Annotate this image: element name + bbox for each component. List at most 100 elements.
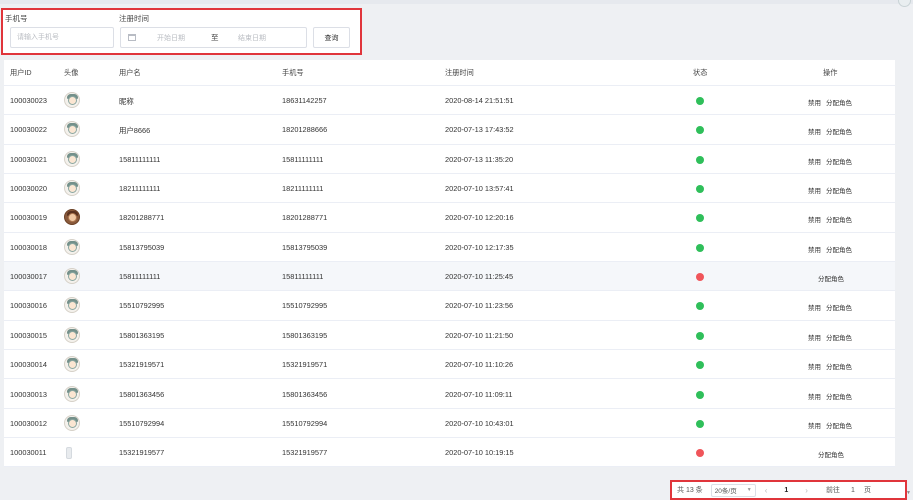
- assign-role-button[interactable]: 分配角色: [826, 214, 852, 224]
- user-id-cell: 100030023: [10, 96, 47, 105]
- user-id-cell: 100030020: [10, 184, 47, 194]
- avatar: [64, 297, 80, 314]
- username-cell: 用户8666: [119, 126, 151, 136]
- register-time-cell: 2020-07-10 10:43:01: [445, 418, 514, 428]
- disable-button[interactable]: 禁用: [808, 244, 821, 254]
- phone-cell: 15811111111: [282, 272, 324, 282]
- disable-button[interactable]: 禁用: [808, 391, 821, 401]
- table-row[interactable]: 100030022 用户8666 18201288666 2020-07-13 17:…: [4, 115, 895, 145]
- assign-role-button[interactable]: 分配角色: [826, 244, 852, 254]
- phone-cell: 15321919577: [282, 448, 328, 458]
- avatar: [64, 121, 80, 138]
- user-id-cell: 100030015: [10, 330, 47, 340]
- table-row[interactable]: 100030019 18201288771 18201288771 2020-07-1…: [4, 203, 895, 233]
- chevron-down-icon: ▼: [746, 487, 752, 493]
- header-actions: 操作: [823, 68, 838, 77]
- username-cell: 18211111111: [119, 184, 161, 194]
- username-cell: 昵称: [119, 97, 134, 106]
- avatar: [64, 238, 80, 255]
- disable-button[interactable]: 禁用: [808, 361, 821, 371]
- register-time-cell: 2020-07-10 12:17:35: [445, 242, 514, 252]
- username-cell: 15510792994: [119, 418, 165, 428]
- calendar-icon: [128, 34, 136, 41]
- avatar: [64, 92, 80, 108]
- end-date-input[interactable]: 结束日期: [238, 33, 266, 43]
- avatar-face: [68, 213, 77, 223]
- assign-role-button[interactable]: 分配角色: [826, 185, 852, 195]
- assign-role-button[interactable]: 分配角色: [826, 302, 852, 312]
- status-dot-icon: [696, 243, 704, 252]
- phone-cell: 15510792994: [282, 418, 328, 428]
- assign-role-button[interactable]: 分配角色: [826, 126, 852, 136]
- disable-button[interactable]: 禁用: [808, 332, 821, 342]
- table-row[interactable]: 100030018 15813795039 15813795039 2020-07-1…: [4, 233, 895, 263]
- assign-role-button[interactable]: 分配角色: [818, 449, 844, 459]
- disable-button[interactable]: 禁用: [808, 156, 821, 166]
- user-id-cell: 100030011: [10, 448, 47, 458]
- header-register-time: 注册时间: [445, 68, 474, 77]
- phone-input[interactable]: [11, 28, 113, 47]
- avatar: [64, 180, 80, 197]
- assign-role-button[interactable]: 分配角色: [826, 391, 852, 401]
- disable-button[interactable]: 禁用: [808, 97, 821, 107]
- disable-button[interactable]: 禁用: [808, 126, 821, 136]
- row-actions: 分配角色: [818, 449, 844, 459]
- table-row[interactable]: 100030016 15510792995 15510792995 2020-07-1…: [4, 291, 895, 321]
- avatar-face: [68, 418, 77, 428]
- avatar: [64, 268, 80, 285]
- status-dot-icon: [696, 273, 704, 282]
- disable-button[interactable]: 禁用: [808, 185, 821, 195]
- user-id-cell: 100030021: [10, 154, 47, 164]
- assign-role-button[interactable]: 分配角色: [826, 97, 852, 107]
- user-id-cell: 100030014: [10, 360, 47, 370]
- goto-page-input[interactable]: 1: [845, 487, 861, 494]
- status-dot-icon: [696, 302, 704, 311]
- page-suffix: 页: [863, 487, 871, 494]
- assign-role-button[interactable]: 分配角色: [826, 361, 852, 371]
- search-button[interactable]: 查询: [313, 27, 350, 48]
- assign-role-button[interactable]: 分配角色: [826, 420, 852, 430]
- table-row[interactable]: 100030020 18211111111 18211111111 2020-07-1…: [4, 174, 895, 204]
- goto-label: 前往: [825, 487, 840, 494]
- avatar: [64, 385, 80, 402]
- page-size-select[interactable]: 20条/页 ▼: [710, 483, 756, 497]
- avatar-face: [68, 389, 77, 399]
- register-time-cell: 2020-07-10 12:20:16: [445, 213, 514, 223]
- register-time-cell: 2020-07-10 11:25:45: [445, 272, 514, 282]
- disable-button[interactable]: 禁用: [808, 302, 821, 312]
- assign-role-button[interactable]: 分配角色: [826, 332, 852, 342]
- table-row[interactable]: 100030013 15801363456 15801363456 2020-07-1…: [4, 380, 895, 409]
- table-row[interactable]: 100030015 15801363195 15801363195 2020-07-1…: [4, 321, 895, 351]
- start-date-input[interactable]: 开始日期: [157, 33, 207, 43]
- dropdown-arrow-icon: ▼: [906, 490, 911, 496]
- username-cell: 15510792995: [119, 301, 165, 311]
- row-actions: 禁用 分配角色: [808, 214, 852, 224]
- disable-button[interactable]: 禁用: [808, 214, 821, 224]
- user-avatar[interactable]: [898, 0, 911, 7]
- table-row[interactable]: 100030021 15811111111 15811111111 2020-07-1…: [4, 145, 895, 174]
- prev-page-button[interactable]: ‹: [765, 486, 768, 495]
- username-cell: 15801363456: [119, 389, 165, 399]
- username-cell: 15813795039: [119, 242, 165, 252]
- table-row[interactable]: 100030014 15321919571 15321919571 2020-07-1…: [4, 350, 895, 380]
- avatar-face: [68, 272, 77, 282]
- avatar: [66, 447, 72, 460]
- next-page-button[interactable]: ›: [805, 486, 808, 495]
- search-panel: 手机号 注册时间 开始日期 至 结束日期 查询: [1, 8, 362, 55]
- disable-button[interactable]: 禁用: [808, 420, 821, 430]
- table-row[interactable]: 100030012 15510792994 15510792994 2020-07-1…: [4, 409, 895, 439]
- table-row[interactable]: 100030011 15321919577 15321919577 2020-07-1…: [4, 438, 895, 468]
- table-row[interactable]: 100030023 昵称 18631142257 2020-08-14 21:51:5…: [4, 86, 895, 116]
- date-range-picker[interactable]: 开始日期 至 结束日期: [120, 27, 307, 48]
- header-status: 状态: [693, 68, 708, 77]
- username-cell: 18201288771: [119, 213, 165, 223]
- user-id-cell: 100030016: [10, 301, 47, 311]
- status-dot-icon: [696, 419, 704, 428]
- phone-cell: 18211111111: [282, 184, 324, 194]
- assign-role-button[interactable]: 分配角色: [818, 273, 844, 283]
- username-cell: 15811111111: [119, 272, 161, 282]
- page-number-current[interactable]: 1: [784, 487, 788, 494]
- avatar-face: [68, 301, 77, 311]
- assign-role-button[interactable]: 分配角色: [826, 156, 852, 166]
- table-row[interactable]: 100030017 15811111111 15811111111 2020-07-1…: [4, 262, 895, 292]
